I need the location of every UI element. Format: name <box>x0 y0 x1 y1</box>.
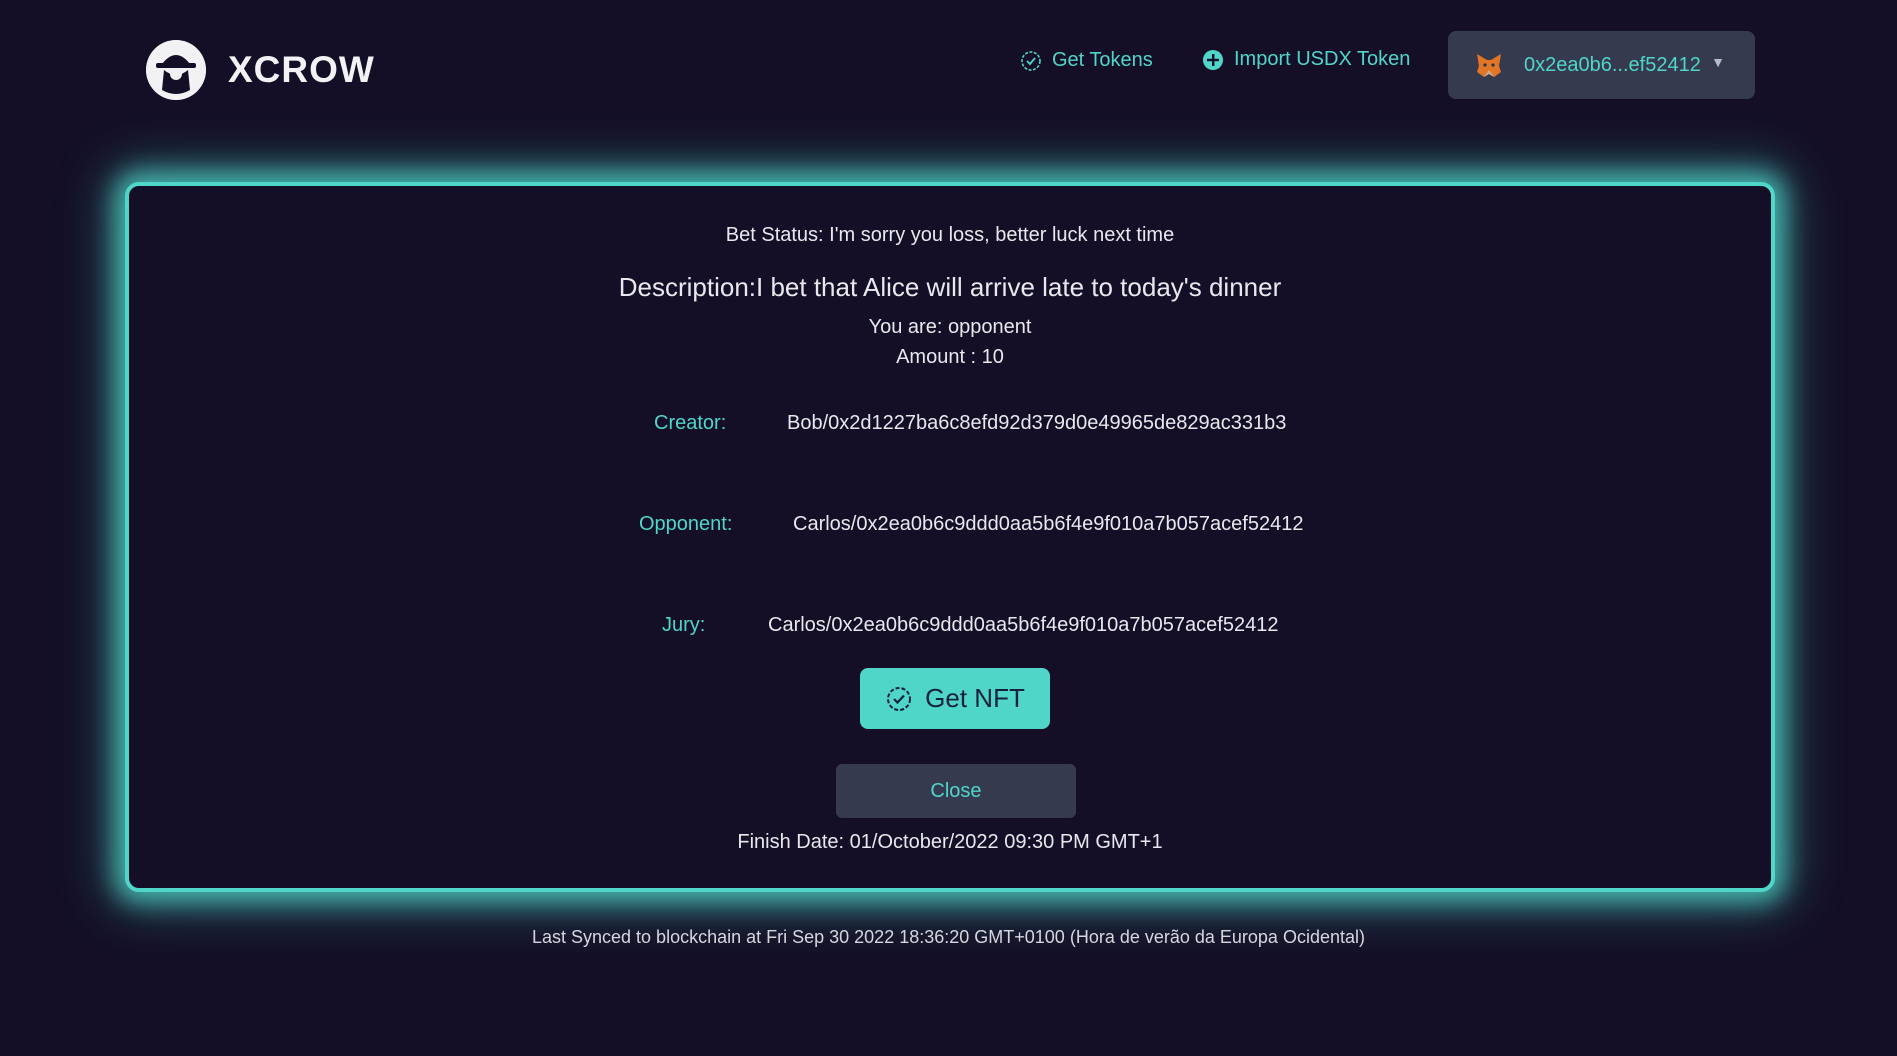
hat-spy-logo-icon <box>146 40 206 100</box>
bet-status: Bet Status: I'm sorry you loss, better l… <box>725 224 1175 246</box>
get-tokens-label: Get Tokens <box>1052 49 1153 71</box>
brand-name: XCROW <box>228 49 375 90</box>
logo[interactable]: XCROW <box>146 40 375 100</box>
jury-label: Jury: <box>662 614 706 636</box>
finish-date: Finish Date: 01/October/2022 09:30 PM GM… <box>737 831 1163 853</box>
plus-circle-icon <box>1202 49 1224 71</box>
creator-value: Bob/0x2d1227ba6c8efd92d379d0e49965de829a… <box>787 412 1287 434</box>
bet-amount: Amount : 10 <box>896 346 1004 368</box>
wallet-address: 0x2ea0b6...ef52412 <box>1524 53 1701 76</box>
creator-label: Creator: <box>654 412 727 434</box>
user-role: You are: opponent <box>868 316 1032 338</box>
header: XCROW Get Tokens Import USDX Token 0x2ea… <box>0 0 1897 140</box>
get-nft-label: Get NFT <box>925 683 1025 713</box>
wallet-dropdown[interactable]: 0x2ea0b6...ef52412 ▼ <box>1448 31 1755 99</box>
check-badge-icon <box>885 685 913 713</box>
bet-details-card: Bet Status: I'm sorry you loss, better l… <box>125 182 1775 892</box>
close-label: Close <box>930 779 982 802</box>
import-token-label: Import USDX Token <box>1234 48 1411 70</box>
check-badge-icon <box>1020 50 1042 72</box>
bet-description: Description:I bet that Alice will arrive… <box>618 272 1282 302</box>
import-usdx-token-link[interactable]: Import USDX Token <box>1202 48 1410 71</box>
opponent-value: Carlos/0x2ea0b6c9ddd0aa5b6f4e9f010a7b057… <box>793 513 1304 535</box>
chevron-down-icon: ▼ <box>1711 54 1725 70</box>
sync-status: Last Synced to blockchain at Fri Sep 30 … <box>531 927 1365 947</box>
close-button[interactable]: Close <box>836 764 1076 818</box>
get-tokens-link[interactable]: Get Tokens <box>1020 49 1153 72</box>
jury-value: Carlos/0x2ea0b6c9ddd0aa5b6f4e9f010a7b057… <box>768 614 1279 636</box>
page: XCROW Get Tokens Import USDX Token 0x2ea… <box>0 0 1897 1056</box>
metamask-fox-icon <box>1474 50 1504 80</box>
opponent-label: Opponent: <box>639 513 733 535</box>
get-nft-button[interactable]: Get NFT <box>860 668 1050 729</box>
